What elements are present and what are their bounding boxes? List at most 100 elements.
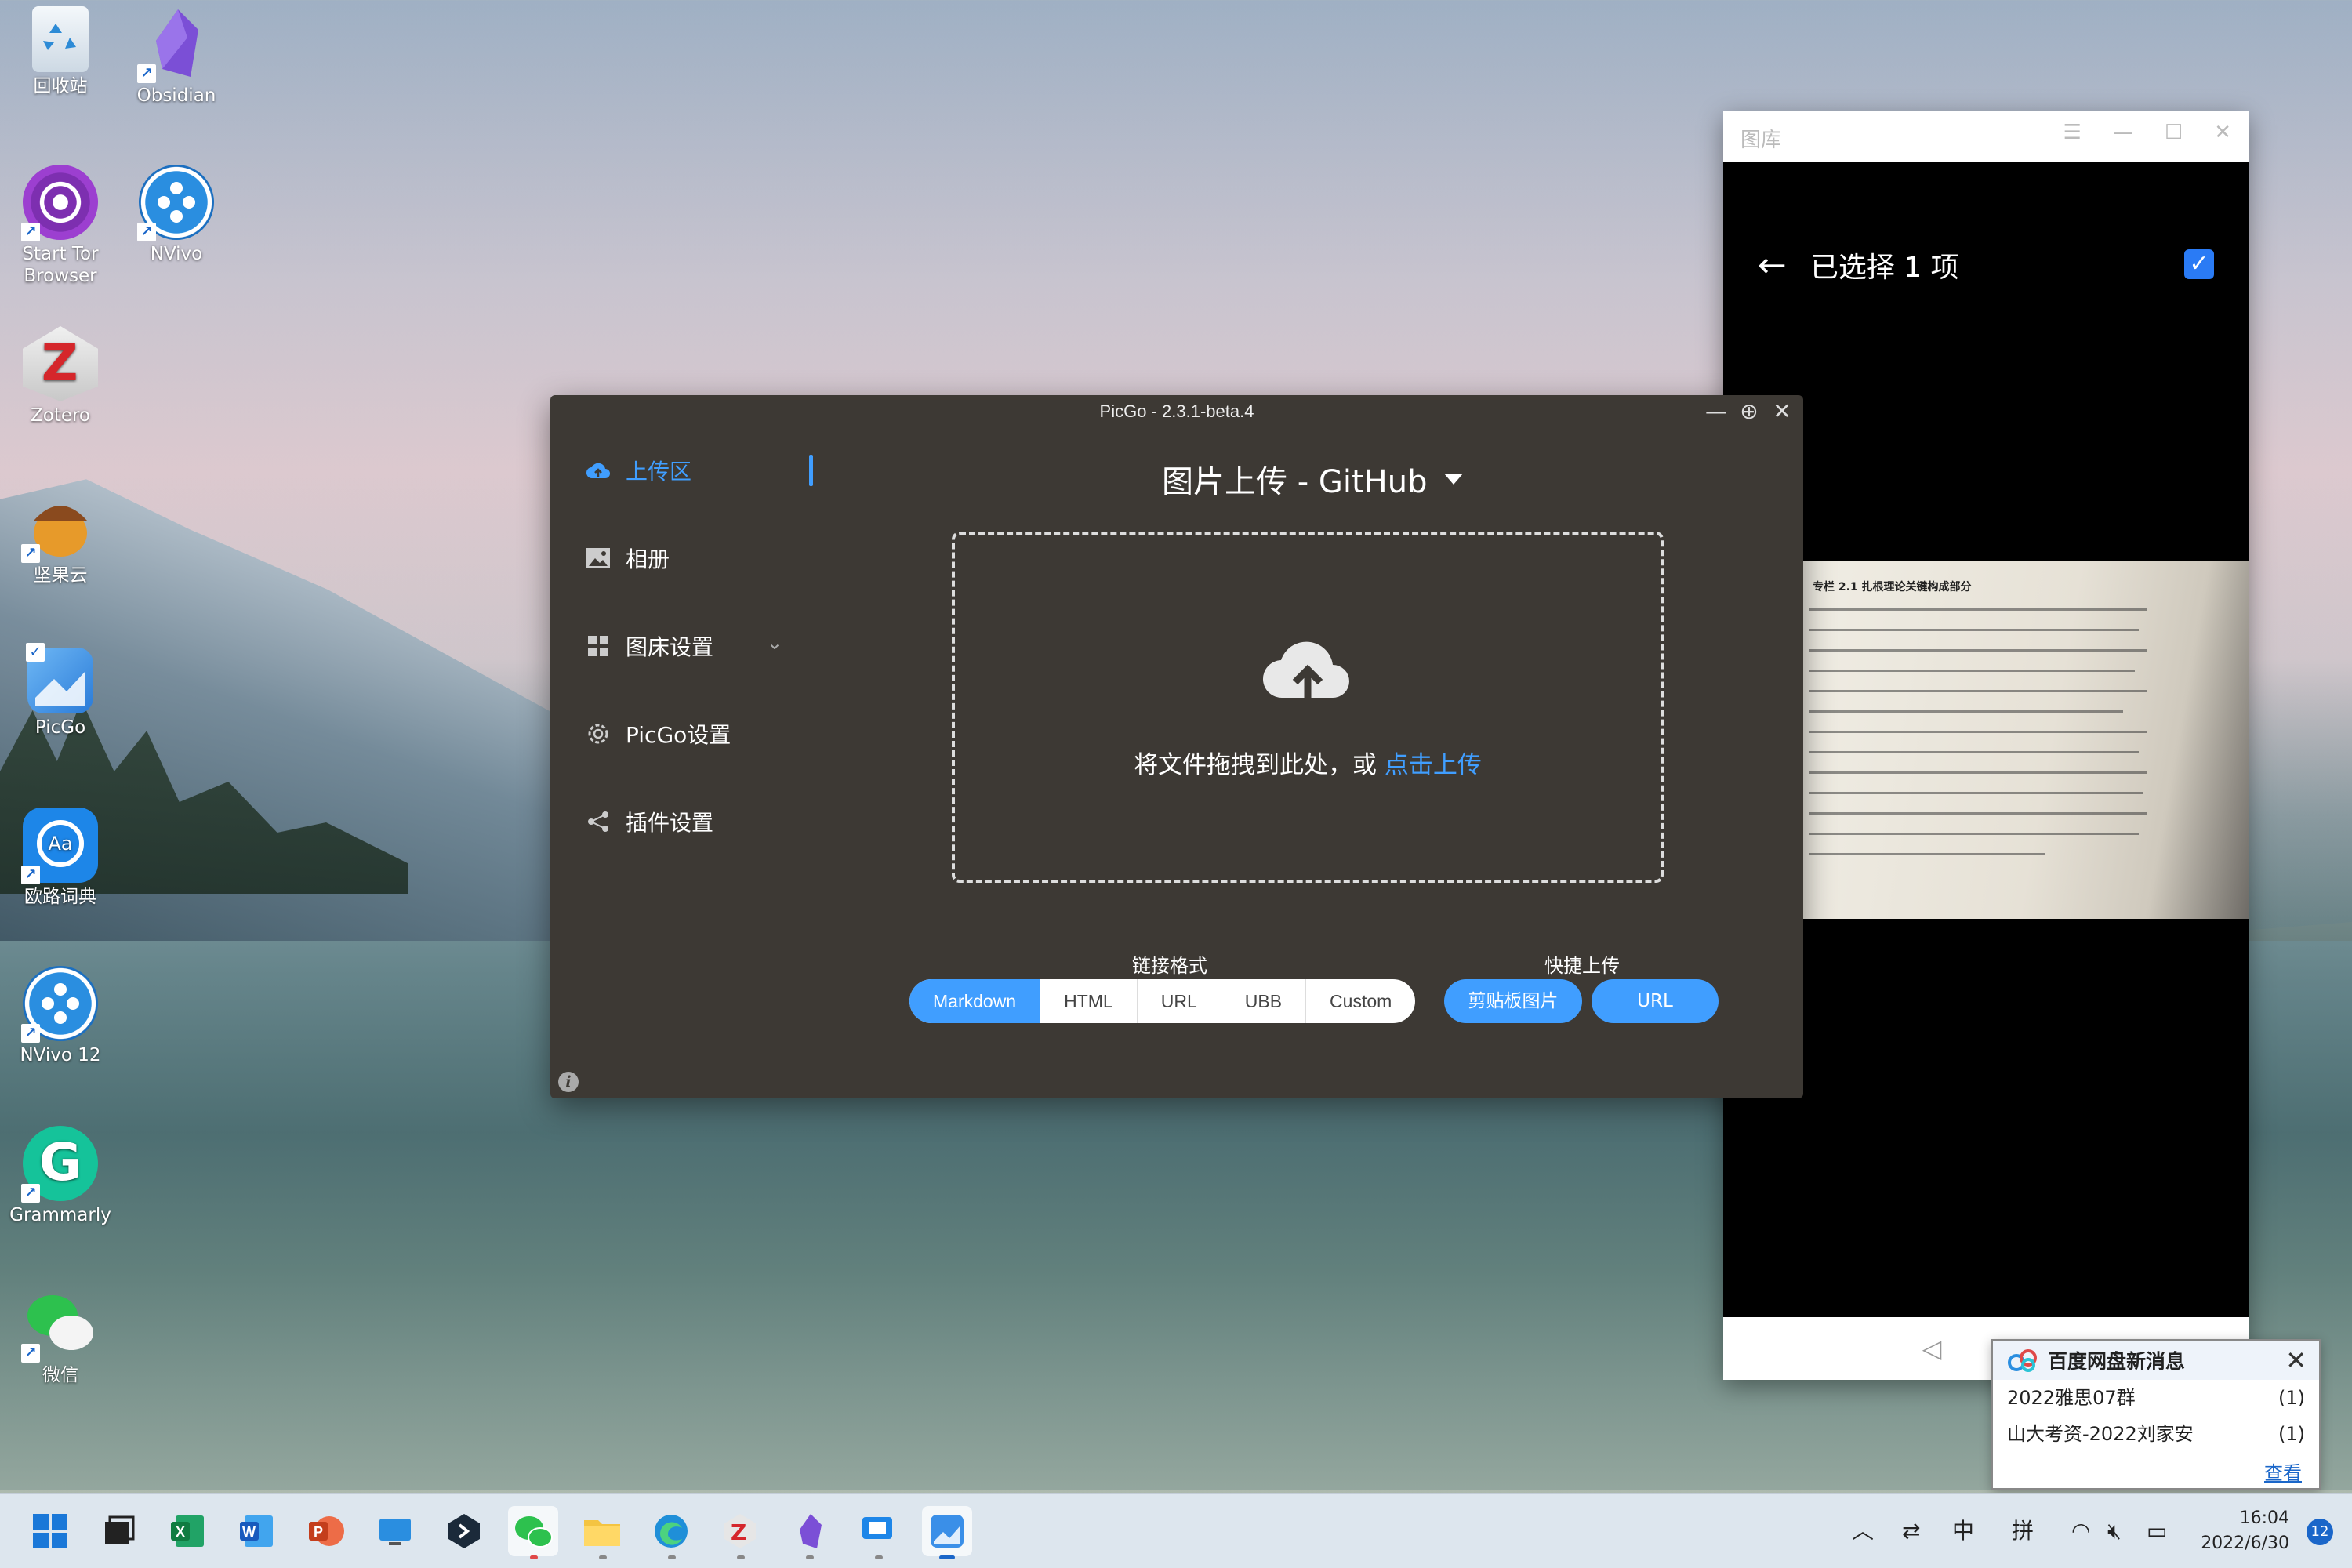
sidebar-item-album[interactable]: 相册 bbox=[550, 514, 864, 602]
wifi-icon[interactable]: ◠ bbox=[2071, 1494, 2090, 1568]
sidebar-item-picbed-settings[interactable]: 图床设置 ⌄ bbox=[550, 602, 864, 690]
gallery-titlebar[interactable]: 图库 ☰ — ☐ ✕ bbox=[1723, 111, 2249, 162]
desktop-icon-nvivo12[interactable]: ↗ NVivo 12 bbox=[2, 966, 119, 1066]
photo-text-line bbox=[1809, 710, 2123, 713]
desktop-icon-obsidian[interactable]: ↗ Obsidian bbox=[118, 6, 235, 107]
minimize-icon[interactable]: — bbox=[2113, 121, 2133, 144]
taskbar-phone-link[interactable] bbox=[853, 1506, 903, 1559]
link-format-selector[interactable]: Markdown HTML URL UBB Custom bbox=[909, 979, 1416, 1023]
start-button[interactable] bbox=[25, 1506, 75, 1556]
notification-row[interactable]: 2022雅思07群 (1) bbox=[1993, 1380, 2319, 1416]
desktop-icon-eudic[interactable]: Aa ↗ 欧路词典 bbox=[2, 808, 119, 908]
close-icon[interactable]: ✕ bbox=[2285, 1345, 2307, 1375]
format-custom-button[interactable]: Custom bbox=[1305, 979, 1415, 1023]
desktop-icon-tor[interactable]: ↗ Start Tor Browser bbox=[2, 165, 119, 287]
back-arrow-icon[interactable]: ← bbox=[1758, 245, 1787, 285]
clipboard-upload-button[interactable]: 剪贴板图片 bbox=[1444, 979, 1582, 1023]
view-link[interactable]: 查看 bbox=[2264, 1457, 2302, 1485]
battery-icon[interactable]: ▭ bbox=[2147, 1494, 2167, 1568]
desktop-icon-nutstore[interactable]: ↗ 坚果云 bbox=[2, 486, 119, 586]
taskbar-edge[interactable] bbox=[646, 1506, 696, 1559]
desktop-icon-recycle-bin[interactable]: 回收站 bbox=[2, 6, 119, 97]
clock[interactable]: 16:04 2022/6/30 bbox=[2201, 1506, 2289, 1556]
show-hidden-icons-chevron-up-icon[interactable]: ︿ bbox=[1852, 1494, 1874, 1568]
upload-cloud-icon bbox=[1261, 629, 1355, 707]
photo-text-line bbox=[1809, 670, 2135, 672]
photo-heading: 专栏 2.1 扎根理论关键构成部分 bbox=[1813, 581, 1972, 593]
format-markdown-button[interactable]: Markdown bbox=[909, 979, 1040, 1023]
click-upload-link[interactable]: 点击上传 bbox=[1385, 751, 1482, 779]
desktop-icon-zotero[interactable]: Z Zotero bbox=[2, 326, 119, 426]
desktop-icon-picgo[interactable]: ✓ PicGo bbox=[2, 643, 119, 739]
taskbar-word[interactable]: W bbox=[232, 1506, 282, 1556]
grammarly-icon: G ↗ bbox=[21, 1126, 98, 1203]
desktop-icon-wechat[interactable]: ↗ 微信 bbox=[2, 1286, 119, 1386]
desktop-icon-grammarly[interactable]: G ↗ Grammarly bbox=[2, 1126, 119, 1226]
share-icon bbox=[585, 808, 612, 835]
picgo-titlebar[interactable]: PicGo - 2.3.1-beta.4 — ⊕ ✕ bbox=[550, 395, 1803, 426]
desktop-icon-label: 微信 bbox=[42, 1365, 78, 1385]
maximize-icon[interactable]: ☐ bbox=[2165, 121, 2183, 144]
ime-mode[interactable]: 中 bbox=[1952, 1494, 1974, 1568]
photo-text-line bbox=[1809, 833, 2139, 835]
shortcut-arrow-icon: ✓ bbox=[26, 643, 45, 662]
sidebar-item-plugin-settings[interactable]: 插件设置 bbox=[550, 778, 864, 866]
format-ubb-button[interactable]: UBB bbox=[1220, 979, 1305, 1023]
picgo-icon: ✓ bbox=[26, 643, 93, 713]
notification-row[interactable]: 山大考资-2022刘家安 (1) bbox=[1993, 1416, 2319, 1452]
minimize-icon[interactable]: — bbox=[1703, 398, 1730, 425]
taskbar-zotero[interactable]: Z bbox=[715, 1506, 765, 1559]
taskbar-app-shield[interactable] bbox=[439, 1506, 489, 1556]
baidu-netdisk-notification[interactable]: 百度网盘新消息 ✕ 2022雅思07群 (1) 山大考资-2022刘家安 (1)… bbox=[1991, 1339, 2321, 1490]
close-icon[interactable]: ✕ bbox=[2214, 121, 2231, 144]
selected-photo[interactable]: 专栏 2.1 扎根理论关键构成部分 bbox=[1802, 561, 2249, 919]
url-upload-button[interactable]: URL bbox=[1592, 979, 1719, 1023]
svg-text:W: W bbox=[242, 1524, 256, 1540]
taskbar-excel[interactable]: X bbox=[163, 1506, 213, 1556]
taskbar-obsidian[interactable] bbox=[784, 1506, 834, 1559]
pin-icon[interactable]: ⊕ bbox=[1736, 398, 1762, 425]
format-html-button[interactable]: HTML bbox=[1040, 979, 1137, 1023]
running-indicator bbox=[806, 1555, 814, 1559]
taskbar-powerpoint[interactable]: P bbox=[301, 1506, 351, 1556]
quick-upload-label: 快捷上传 bbox=[1544, 955, 1620, 977]
cloud-upload-icon bbox=[585, 457, 612, 484]
photo-text-line bbox=[1809, 792, 2143, 794]
format-url-button[interactable]: URL bbox=[1136, 979, 1221, 1023]
menu-icon[interactable]: ☰ bbox=[2063, 121, 2082, 144]
taskbar-remote-desktop[interactable] bbox=[370, 1506, 420, 1556]
message-count: (1) bbox=[2278, 1423, 2305, 1445]
gallery-header: ← 已选择 1 项 bbox=[1758, 245, 1959, 285]
nav-back-icon[interactable]: ◁ bbox=[1922, 1334, 1942, 1363]
upload-title[interactable]: 图片上传 - GitHub bbox=[1162, 456, 1464, 502]
sidebar-item-picgo-settings[interactable]: PicGo设置 bbox=[550, 690, 864, 778]
tray-settings-sliders-icon[interactable]: ⇄ bbox=[1902, 1494, 1920, 1568]
select-checkbox[interactable]: ✓ bbox=[2184, 249, 2214, 279]
close-icon[interactable]: ✕ bbox=[1769, 398, 1795, 425]
taskbar-file-explorer[interactable] bbox=[577, 1506, 627, 1559]
desktop-icon-label: 坚果云 bbox=[33, 565, 88, 586]
picgo-window[interactable]: PicGo - 2.3.1-beta.4 — ⊕ ✕ 上传区 相册 图床设置 ⌄ bbox=[550, 395, 1803, 1098]
recycle-bin-icon bbox=[32, 6, 89, 72]
obsidian-icon: ↗ bbox=[137, 6, 214, 83]
group-name: 2022雅思07群 bbox=[2007, 1387, 2136, 1409]
upload-dropzone[interactable]: 将文件拖拽到此处，或 点击上传 bbox=[952, 532, 1664, 883]
ime-name[interactable]: 拼 bbox=[2012, 1494, 2034, 1568]
shortcut-arrow-icon: ↗ bbox=[21, 1344, 40, 1363]
photo-text-line bbox=[1809, 608, 2147, 611]
shortcut-arrow-icon: ↗ bbox=[21, 866, 40, 884]
group-name: 山大考资-2022刘家安 bbox=[2007, 1423, 2194, 1445]
notification-count-badge[interactable]: 12 bbox=[2307, 1519, 2333, 1545]
photo-text-line bbox=[1809, 771, 2147, 774]
task-view-button[interactable] bbox=[94, 1506, 144, 1556]
active-indicator bbox=[809, 455, 813, 486]
sidebar-item-upload[interactable]: 上传区 bbox=[550, 426, 864, 514]
taskbar-wechat[interactable] bbox=[508, 1506, 558, 1559]
desktop-icon-nvivo[interactable]: ↗ NVivo bbox=[118, 165, 235, 265]
taskbar-picgo[interactable] bbox=[922, 1506, 972, 1559]
info-icon[interactable]: i bbox=[558, 1072, 579, 1092]
photo-text-line bbox=[1809, 853, 2045, 855]
volume-muted-icon[interactable]: 🔇︎ bbox=[2107, 1494, 2122, 1568]
running-indicator bbox=[599, 1555, 607, 1559]
chevron-down-icon[interactable]: ⌄ bbox=[767, 632, 782, 654]
